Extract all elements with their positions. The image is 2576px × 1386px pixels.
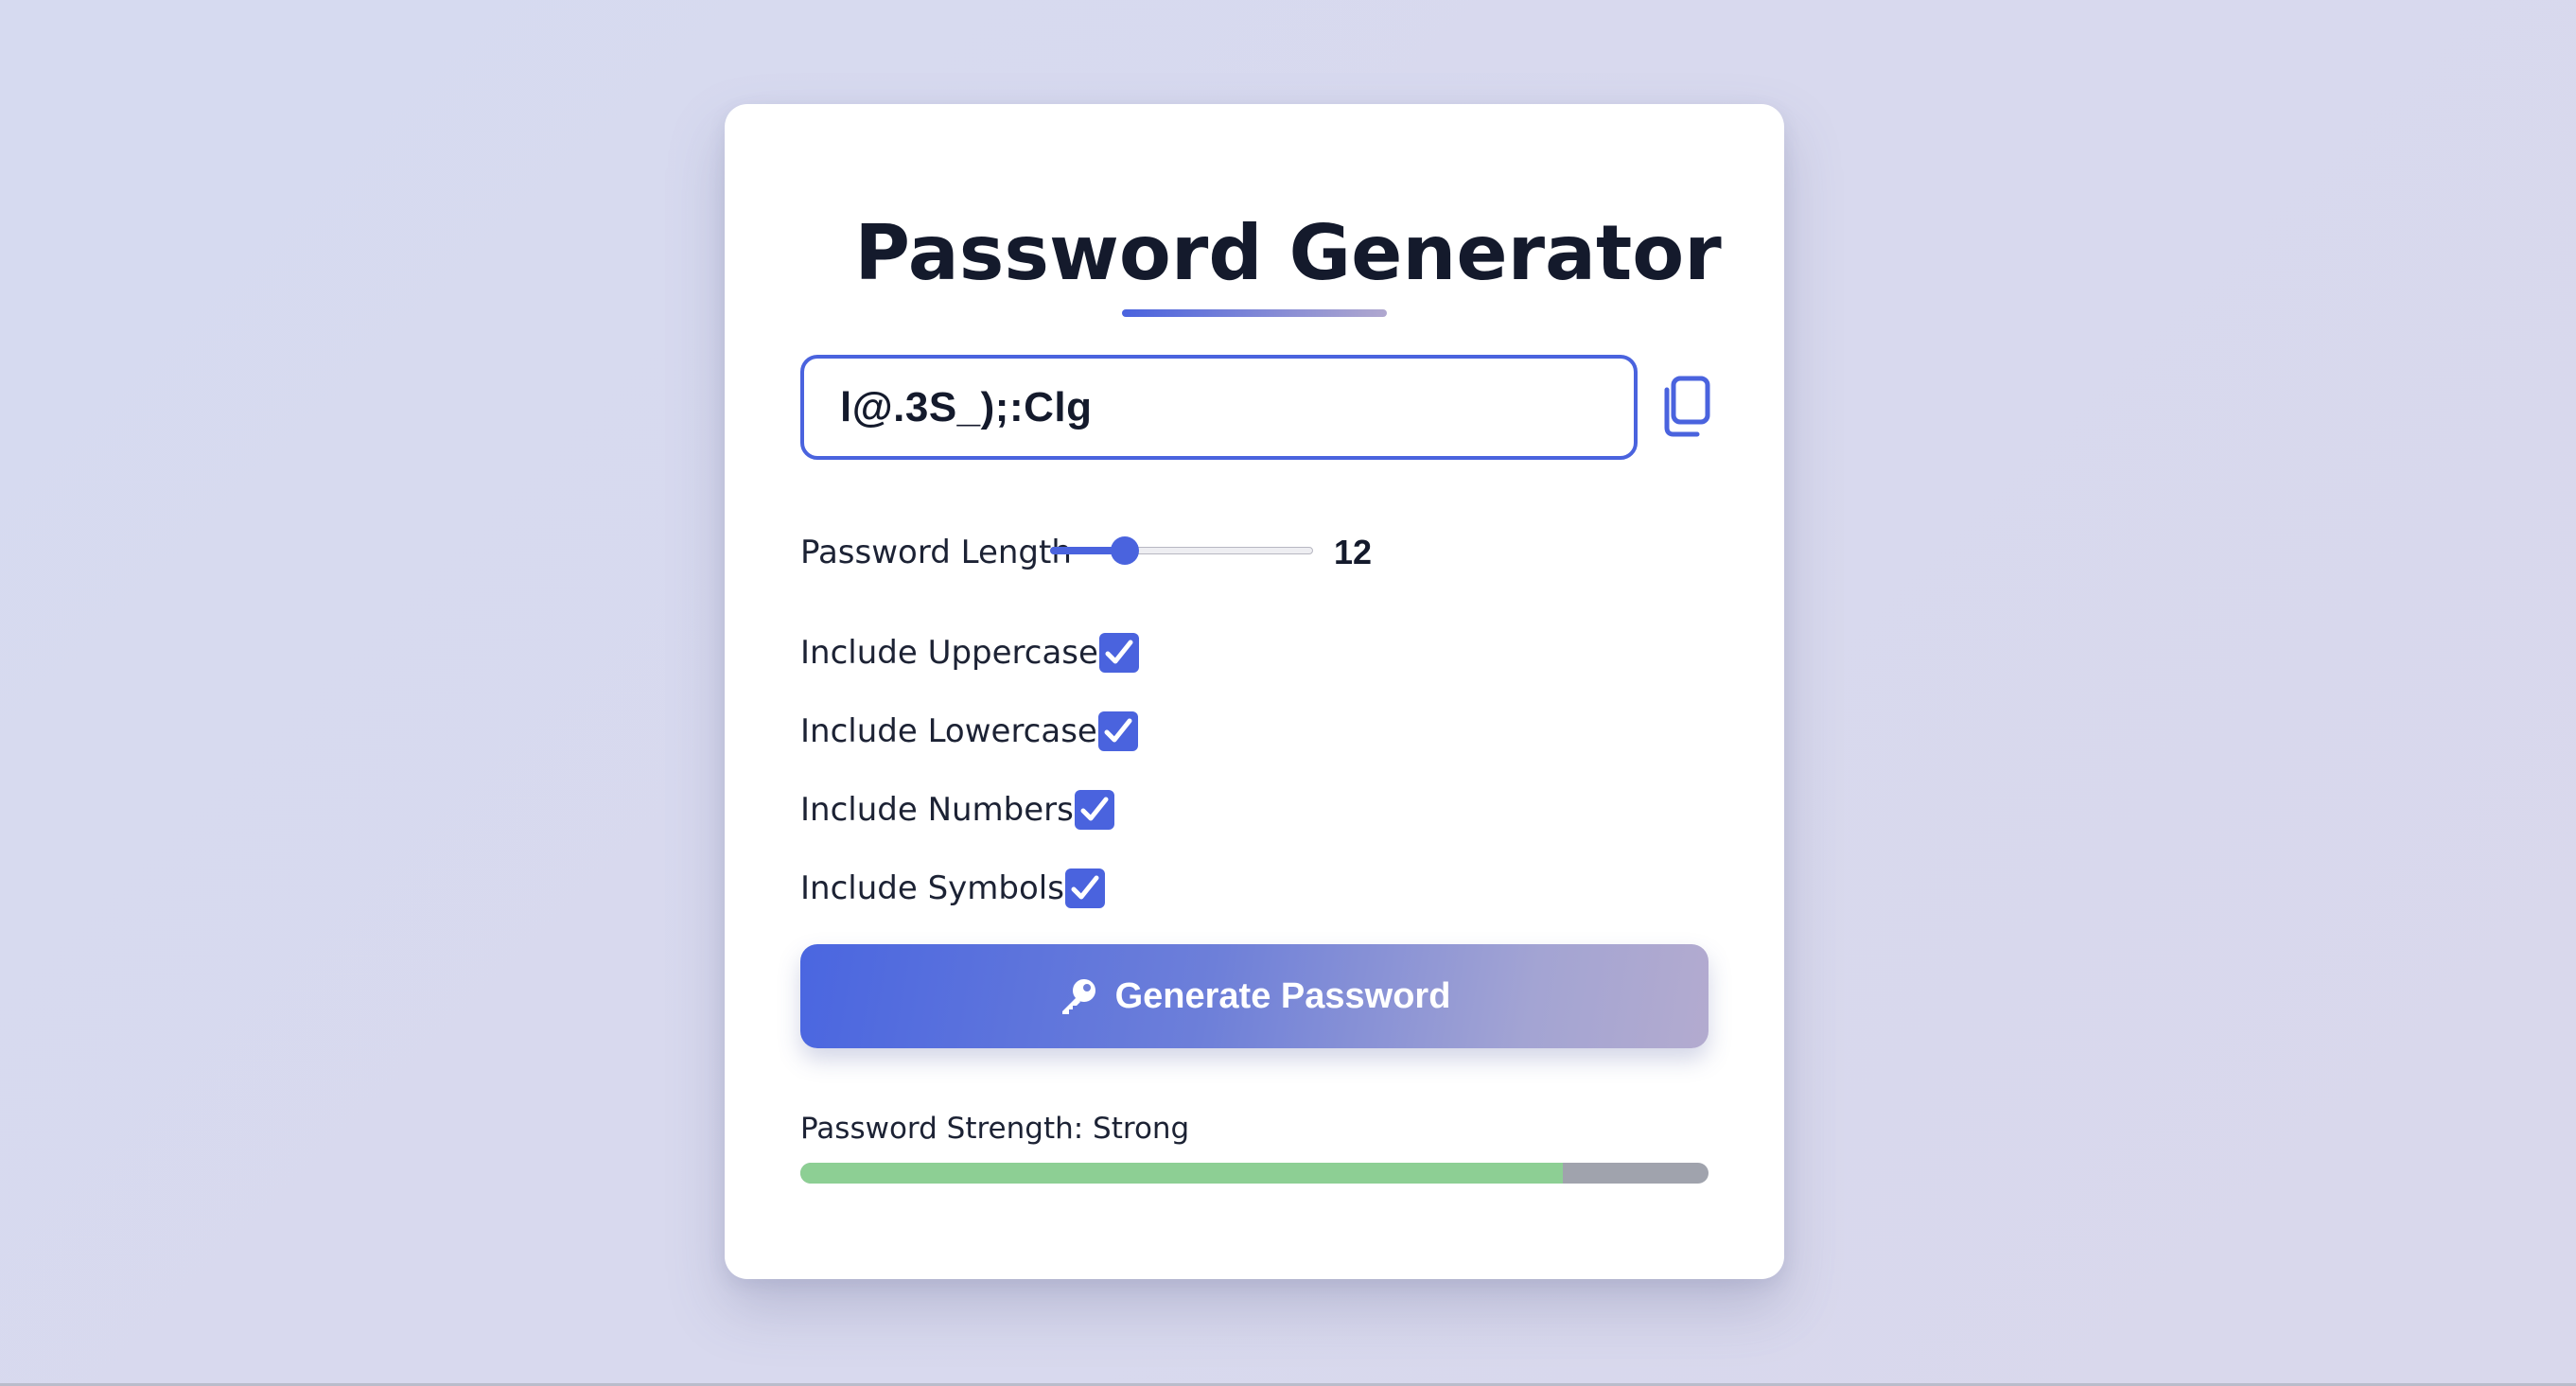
option-symbols[interactable]: Include Symbols <box>800 868 1105 909</box>
password-strength-label: Password Strength: Strong <box>800 1112 1190 1146</box>
password-output-field[interactable]: l@.3S_);:Clg <box>800 355 1638 460</box>
generate-password-button[interactable]: Generate Password <box>800 944 1709 1048</box>
checkmark-icon <box>1105 640 1133 664</box>
password-strength-bar <box>800 1163 1709 1184</box>
option-lowercase-label: Include Lowercase <box>800 712 1097 750</box>
key-icon <box>1061 979 1095 1014</box>
password-strength-fill <box>800 1163 1564 1184</box>
symbols-checkbox[interactable] <box>1064 868 1105 908</box>
option-symbols-label: Include Symbols <box>800 869 1064 907</box>
password-output-text: l@.3S_);:Clg <box>840 383 1093 430</box>
checkmark-icon <box>1071 875 1099 900</box>
copy-icon[interactable] <box>1657 375 1712 439</box>
uppercase-checkbox[interactable] <box>1098 633 1139 673</box>
slider-thumb[interactable] <box>1111 536 1140 565</box>
password-length-label: Password Length <box>800 534 1072 571</box>
option-lowercase[interactable]: Include Lowercase <box>800 711 1138 752</box>
option-numbers[interactable]: Include Numbers <box>800 789 1114 831</box>
title-underline <box>1122 309 1387 317</box>
page-title: Password Generator <box>854 209 1722 297</box>
checkmark-icon <box>1104 718 1132 743</box>
lowercase-checkbox[interactable] <box>1097 711 1138 751</box>
generate-button-label: Generate Password <box>1114 975 1451 1016</box>
password-length-value: 12 <box>1334 533 1373 571</box>
option-uppercase-label: Include Uppercase <box>800 634 1098 672</box>
option-numbers-label: Include Numbers <box>800 791 1074 829</box>
password-length-slider[interactable] <box>1050 536 1313 565</box>
numbers-checkbox[interactable] <box>1074 790 1114 830</box>
checkmark-icon <box>1080 797 1109 821</box>
option-uppercase[interactable]: Include Uppercase <box>800 632 1139 674</box>
